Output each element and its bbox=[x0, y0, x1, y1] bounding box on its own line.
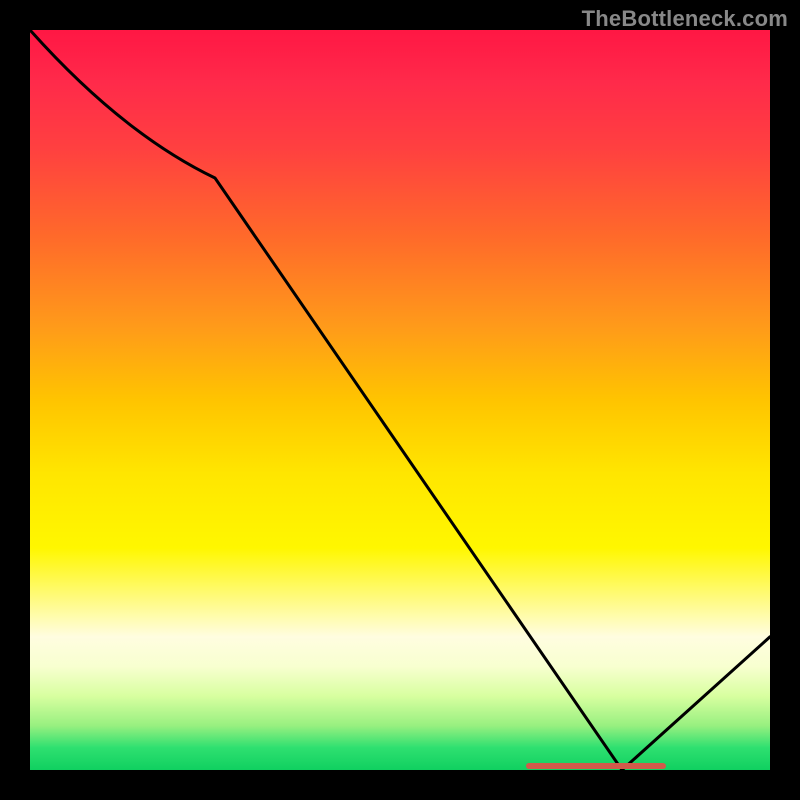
min-marker-band bbox=[30, 30, 770, 770]
curve-layer bbox=[30, 30, 770, 770]
watermark-label: TheBottleneck.com bbox=[582, 6, 788, 32]
chart-frame: TheBottleneck.com bbox=[0, 0, 800, 800]
min-marker bbox=[526, 763, 667, 769]
plot-area bbox=[30, 30, 770, 770]
bottleneck-curve bbox=[30, 30, 770, 770]
